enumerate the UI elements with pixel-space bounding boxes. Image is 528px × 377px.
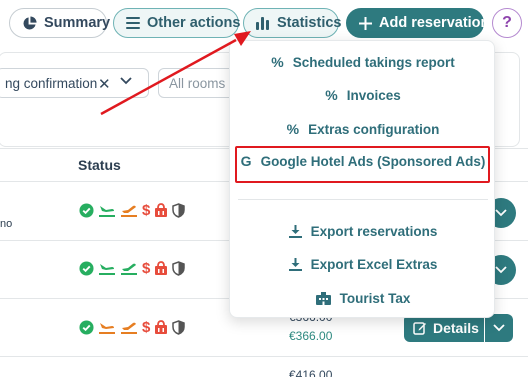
plane-arrival-icon [98,320,116,335]
status-column-header: Status [78,157,121,173]
details-button[interactable]: Details [404,314,484,342]
download-icon [288,257,302,271]
shopping-basket-icon [154,261,168,276]
plane-departure-icon [120,203,138,218]
check-circle-icon [79,261,94,276]
dollar-icon: $ [142,260,151,277]
menu-item-invoices[interactable]: % Invoices [230,82,496,108]
menu-item-label: Invoices [346,87,401,103]
check-circle-icon [79,320,94,335]
summary-button[interactable]: Summary [9,8,111,38]
add-reservation-label: Add reservation [379,15,490,31]
shopping-basket-icon [154,203,168,218]
plane-departure-icon [120,261,138,276]
chevron-down-icon [493,324,505,332]
summary-label: Summary [44,15,111,31]
statistics-label: Statistics [277,15,342,31]
menu-item-label: Scheduled takings report [292,54,455,70]
details-label: Details [433,320,479,336]
dollar-icon: $ [142,202,151,219]
status-icons-row: $ [79,202,186,219]
shield-icon [172,203,186,218]
edit-icon [413,322,426,335]
status-icons-row: $ [79,260,186,277]
price-next-row: €416.00 [289,368,333,377]
menu-item-export-excel-extras[interactable]: Export Excel Extras [230,251,496,277]
clear-icon[interactable]: ✕ [98,75,111,93]
menu-item-label: Export reservations [310,223,438,239]
chevron-down-icon [495,266,507,274]
help-icon: ? [502,14,512,31]
menu-item-export-reservations[interactable]: Export reservations [230,218,496,244]
statistics-button[interactable]: Statistics [243,8,342,38]
status-filter-select[interactable]: ng confirmation ✕ [0,68,149,98]
plus-icon [359,16,372,30]
chevron-down-icon[interactable] [120,77,132,85]
other-actions-label: Other actions [147,15,241,31]
menu-item-label: Extras configuration [308,121,440,137]
other-actions-button[interactable]: Other actions [113,8,241,38]
building-icon [315,291,331,305]
plane-arrival-icon [98,261,116,276]
shield-icon [172,261,186,276]
status-filter-value: ng confirmation [5,75,98,91]
details-dropdown-toggle[interactable] [485,314,513,342]
percent-icon: % [325,87,338,103]
menu-item-label: Tourist Tax [339,290,411,306]
guest-text-fragment: no [0,218,13,230]
menu-item-tourist-tax[interactable]: Tourist Tax [230,285,496,311]
plane-departure-icon [120,320,138,335]
price-total: €366.00 [289,329,333,343]
menu-item-extras-configuration[interactable]: % Extras configuration [230,116,496,142]
help-button[interactable]: ? [492,8,522,38]
row-divider [0,356,528,357]
percent-icon: % [286,121,300,137]
plane-arrival-icon [98,203,116,218]
pie-chart-icon [23,15,37,30]
shield-icon [172,320,186,335]
shopping-basket-icon [154,320,168,335]
dollar-icon: $ [142,319,151,336]
menu-item-scheduled-takings[interactable]: % Scheduled takings report [230,49,496,75]
rooms-filter-placeholder: All rooms [169,75,226,91]
download-icon [288,224,302,238]
menu-item-label: Export Excel Extras [310,256,438,272]
percent-icon: % [271,54,284,70]
menu-icon [126,17,140,29]
bar-chart-icon [256,17,269,30]
chevron-down-icon [495,209,507,217]
add-reservation-button[interactable]: Add reservation [346,8,489,38]
menu-divider [238,199,488,200]
status-icons-row: $ [79,319,186,336]
annotation-highlight-box [235,146,490,183]
check-circle-icon [79,203,94,218]
